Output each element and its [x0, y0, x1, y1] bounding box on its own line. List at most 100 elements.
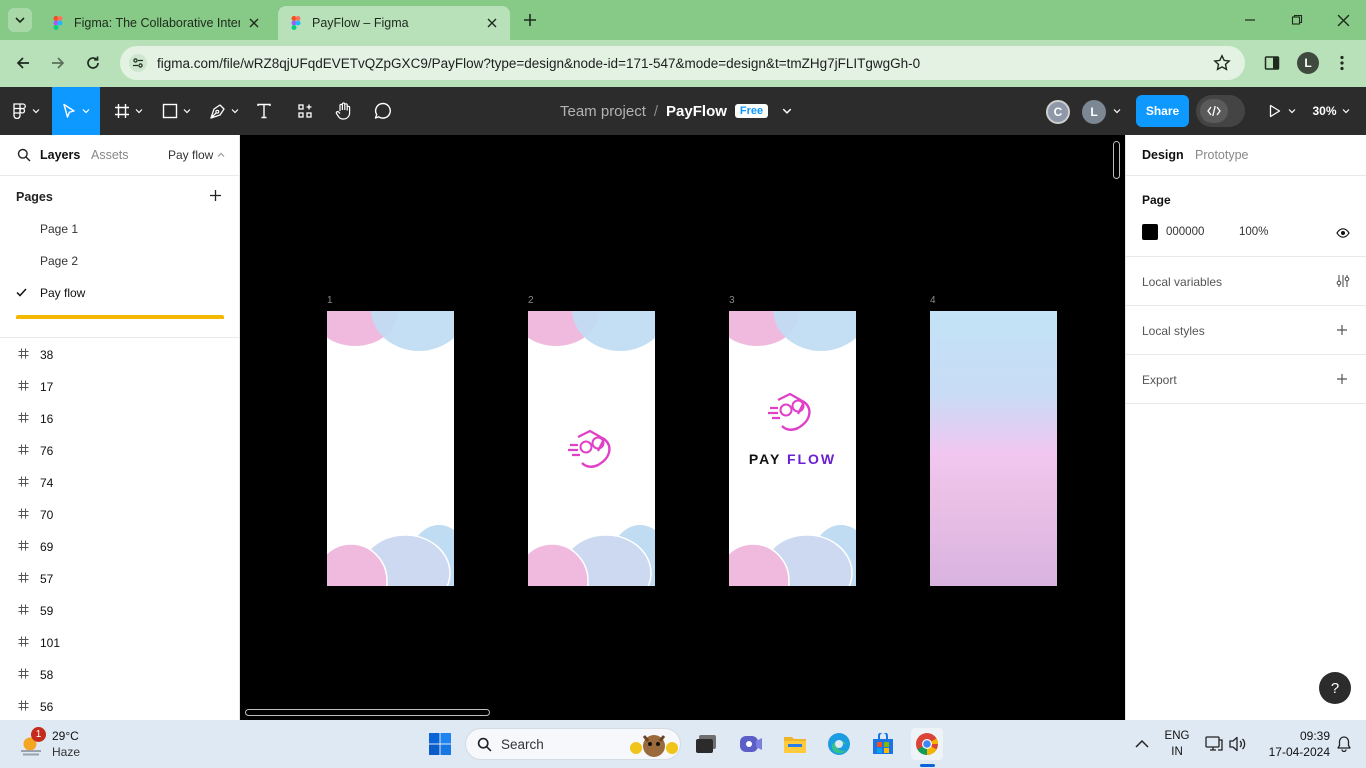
- present-button[interactable]: [1265, 87, 1299, 135]
- add-page-icon[interactable]: [209, 189, 222, 202]
- back-button[interactable]: [10, 50, 36, 76]
- page-item-page-1[interactable]: Page 1: [0, 212, 239, 244]
- browser-tab-payflow[interactable]: PayFlow – Figma: [278, 6, 510, 40]
- frame-4[interactable]: [930, 311, 1057, 586]
- add-style-icon[interactable]: [1336, 324, 1348, 336]
- frame-1[interactable]: [327, 311, 454, 586]
- frame-2[interactable]: [528, 311, 655, 586]
- file-breadcrumb: Team project / PayFlow Free: [560, 87, 792, 135]
- taskbar-app-store[interactable]: [867, 728, 899, 760]
- move-tool-button[interactable]: [52, 87, 100, 135]
- layer-row[interactable]: 59: [0, 594, 239, 626]
- layer-row[interactable]: 16: [0, 402, 239, 434]
- chevron-down-icon[interactable]: [782, 106, 792, 116]
- chevron-down-icon[interactable]: [1113, 107, 1121, 115]
- clock[interactable]: 09:39 17-04-2024: [1254, 728, 1330, 760]
- layer-row[interactable]: 17: [0, 370, 239, 402]
- chevron-up-icon[interactable]: [1135, 739, 1149, 749]
- speaker-icon[interactable]: [1228, 736, 1246, 752]
- canvas-vertical-scrollbar[interactable]: [1113, 141, 1120, 179]
- page-selector[interactable]: Pay flow: [168, 148, 225, 162]
- page-item-page-2[interactable]: Page 2: [0, 244, 239, 276]
- tab-prototype[interactable]: Prototype: [1195, 148, 1249, 162]
- comment-tool-button[interactable]: [370, 87, 396, 135]
- shape-tool-button[interactable]: [156, 87, 196, 135]
- language-indicator[interactable]: ENG IN: [1160, 728, 1194, 760]
- frame-label[interactable]: 3: [729, 295, 735, 306]
- browser-tab-figma-home[interactable]: Figma: The Collaborative Interf: [40, 6, 272, 40]
- text-tool-button[interactable]: [252, 87, 276, 135]
- collaborator-avatar-c[interactable]: C: [1046, 100, 1070, 124]
- taskbar-app-chrome[interactable]: [911, 728, 943, 760]
- design-canvas[interactable]: 1 2 3 PAY FLOW 4: [241, 135, 1125, 720]
- restore-window-button[interactable]: [1283, 8, 1311, 32]
- frame-label[interactable]: 1: [327, 295, 333, 306]
- layer-row[interactable]: 74: [0, 466, 239, 498]
- pen-tool-button[interactable]: [204, 87, 244, 135]
- share-button[interactable]: Share: [1136, 95, 1189, 127]
- weather-widget[interactable]: 1 29°C Haze: [14, 726, 114, 762]
- taskbar-app-edge[interactable]: [823, 728, 855, 760]
- hand-tool-button[interactable]: [330, 87, 356, 135]
- new-tab-button[interactable]: [518, 8, 542, 32]
- resources-tool-button[interactable]: [292, 87, 318, 135]
- tab-layers[interactable]: Layers: [40, 148, 80, 162]
- url-text[interactable]: figma.com/file/wRZ8qjUFqdEVETvQZpGXC9/Pa…: [157, 56, 920, 71]
- main-menu-button[interactable]: [8, 87, 44, 135]
- tab-search-button[interactable]: [8, 8, 32, 32]
- page-opacity[interactable]: 100%: [1239, 226, 1268, 238]
- frame-label[interactable]: 4: [930, 295, 936, 306]
- omnibox[interactable]: figma.com/file/wRZ8qjUFqdEVETvQZpGXC9/Pa…: [120, 46, 1245, 80]
- reload-button[interactable]: [80, 50, 106, 76]
- layer-row[interactable]: 58: [0, 658, 239, 690]
- local-styles-section[interactable]: Local styles: [1126, 306, 1366, 355]
- close-tab-icon[interactable]: [246, 15, 262, 31]
- export-section[interactable]: Export: [1126, 355, 1366, 404]
- taskbar-app-terminal[interactable]: [690, 728, 722, 760]
- frame-layer-icon: [18, 668, 29, 679]
- local-variables-section[interactable]: Local variables: [1126, 257, 1366, 306]
- variables-settings-icon[interactable]: [1336, 274, 1350, 288]
- close-tab-icon[interactable]: [484, 15, 500, 31]
- forward-button[interactable]: [45, 50, 71, 76]
- page-resize-handle[interactable]: [16, 315, 224, 319]
- eye-icon[interactable]: [1336, 228, 1350, 238]
- add-export-icon[interactable]: [1336, 373, 1348, 385]
- search-icon[interactable]: [17, 148, 31, 162]
- frame-tool-button[interactable]: [108, 87, 148, 135]
- browser-menu-button[interactable]: [1330, 50, 1354, 76]
- layer-row[interactable]: 38: [0, 338, 239, 370]
- taskbar-app-teams[interactable]: [735, 728, 767, 760]
- team-project-link[interactable]: Team project: [560, 103, 646, 120]
- minimize-window-button[interactable]: [1236, 8, 1264, 32]
- page-item-pay-flow[interactable]: Pay flow: [0, 276, 239, 308]
- page-color-swatch[interactable]: [1142, 224, 1158, 240]
- dev-mode-toggle[interactable]: [1196, 95, 1245, 127]
- zoom-menu[interactable]: 30%: [1308, 87, 1354, 135]
- start-button[interactable]: [424, 728, 456, 760]
- tab-assets[interactable]: Assets: [91, 148, 129, 162]
- layer-row[interactable]: 101: [0, 626, 239, 658]
- layer-row[interactable]: 76: [0, 434, 239, 466]
- layer-row[interactable]: 57: [0, 562, 239, 594]
- taskbar-search-box[interactable]: Search: [465, 728, 681, 760]
- frame-3[interactable]: PAY FLOW: [729, 311, 856, 586]
- bookmark-star-icon[interactable]: [1213, 54, 1231, 72]
- collaborator-avatar-l[interactable]: L: [1082, 100, 1106, 124]
- page-color-hex[interactable]: 000000: [1166, 226, 1204, 238]
- close-window-button[interactable]: [1329, 8, 1357, 32]
- layer-row[interactable]: 56: [0, 690, 239, 720]
- profile-avatar[interactable]: L: [1297, 52, 1319, 74]
- frame-label[interactable]: 2: [528, 295, 534, 306]
- side-panel-button[interactable]: [1259, 50, 1285, 76]
- help-button[interactable]: ?: [1319, 672, 1351, 704]
- file-name[interactable]: PayFlow: [666, 103, 727, 120]
- layer-row[interactable]: 69: [0, 530, 239, 562]
- tab-design[interactable]: Design: [1142, 148, 1184, 162]
- layer-row[interactable]: 70: [0, 498, 239, 530]
- canvas-horizontal-scrollbar[interactable]: [245, 709, 490, 716]
- notification-bell-icon[interactable]: [1337, 736, 1351, 752]
- site-info-icon[interactable]: [129, 54, 147, 72]
- network-icon[interactable]: [1205, 736, 1223, 752]
- taskbar-app-file-explorer[interactable]: [779, 728, 811, 760]
